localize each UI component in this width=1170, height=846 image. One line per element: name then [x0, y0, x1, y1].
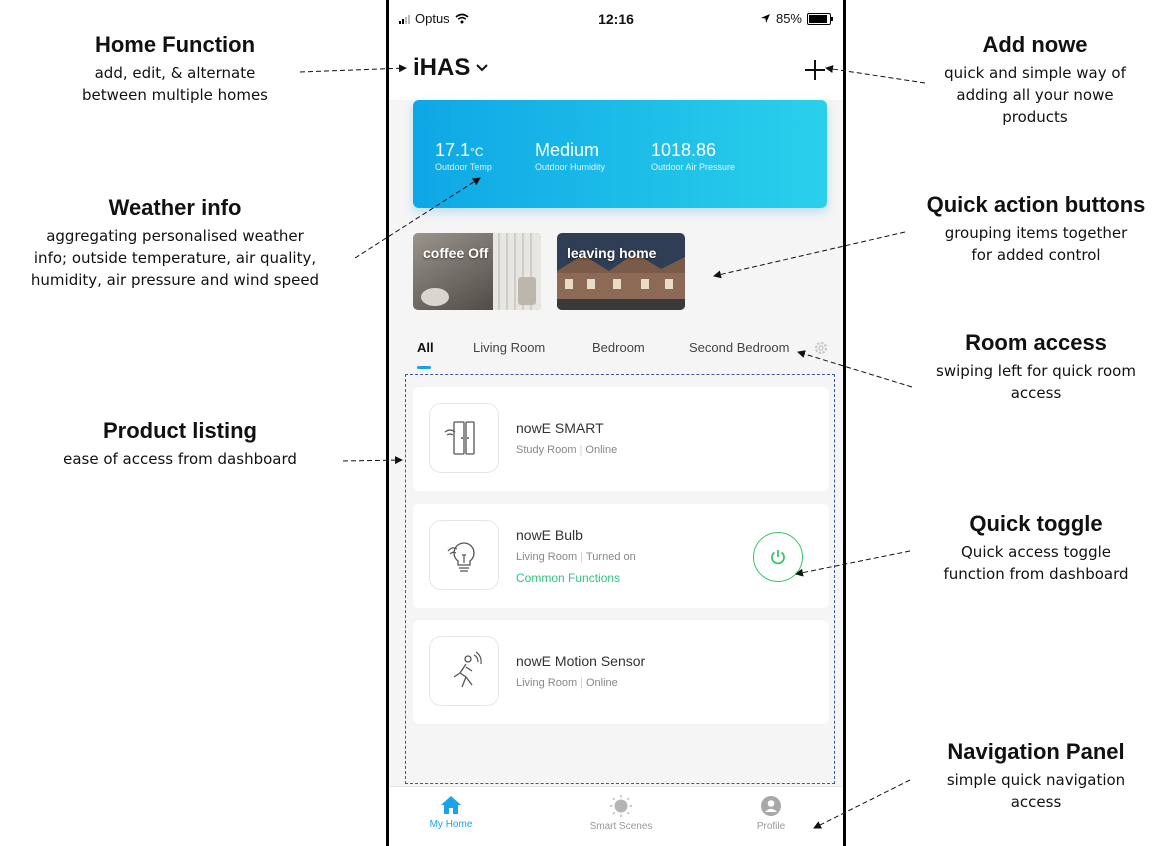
annotation-weather-info: Weather info aggregating personalised we…	[30, 195, 320, 289]
tab-bedroom[interactable]: Bedroom	[592, 340, 645, 355]
battery-percent: 85%	[775, 11, 802, 26]
annotation-room-access: Room access swiping left for quick room …	[936, 330, 1136, 402]
navigation-panel: My Home Smart Scenes Profile	[389, 786, 843, 846]
home-switcher[interactable]: iHAS	[413, 54, 489, 82]
sun-icon	[610, 795, 632, 817]
chevron-down-icon	[476, 64, 489, 72]
nav-profile[interactable]: Profile	[711, 795, 831, 832]
annotation-product-listing: Product listing ease of access from dash…	[63, 418, 297, 468]
location-arrow-icon	[760, 14, 770, 23]
active-tab-indicator	[417, 366, 431, 369]
annotation-quick-action-buttons: Quick action buttons grouping items toge…	[926, 192, 1146, 264]
home-name: iHAS	[413, 54, 471, 81]
annotation-navigation-panel: Navigation Panel simple quick navigation…	[946, 739, 1126, 811]
outdoor-air-pressure: 1018.86 Outdoor Air Pressure	[651, 140, 736, 172]
home-icon	[441, 796, 461, 814]
annotation-add-nowe: Add nowe quick and simple way of adding …	[944, 32, 1126, 126]
tab-second-bedroom[interactable]: Second Bedroom	[689, 340, 797, 355]
outdoor-humidity: Medium Outdoor Humidity	[535, 140, 606, 172]
gear-icon[interactable]	[813, 340, 829, 356]
phone-screen: Optus 12:16 85% iHAS 17.1°C Outdoor Temp…	[386, 0, 846, 846]
outdoor-temp: 17.1°C Outdoor Temp	[435, 140, 492, 172]
top-bar: iHAS	[389, 36, 843, 100]
scene-coffee-off[interactable]: coffee Off	[413, 233, 541, 310]
status-bar: Optus 12:16 85%	[389, 0, 843, 36]
annotation-home-function: Home Function add, edit, & alternate bet…	[82, 32, 268, 104]
scene-leaving-home[interactable]: leaving home	[557, 233, 685, 310]
weather-card[interactable]: 17.1°C Outdoor Temp Medium Outdoor Humid…	[413, 100, 827, 208]
room-tabs: All Living Room Bedroom Second Bedroom	[389, 330, 843, 372]
product-listing-highlight	[405, 374, 835, 784]
add-device-button[interactable]	[801, 56, 829, 84]
profile-icon	[761, 796, 781, 816]
battery-icon	[807, 12, 833, 25]
nav-my-home[interactable]: My Home	[391, 795, 511, 830]
nav-smart-scenes[interactable]: Smart Scenes	[561, 795, 681, 832]
tab-living-room[interactable]: Living Room	[473, 340, 545, 355]
tab-all[interactable]: All	[417, 340, 434, 355]
annotation-quick-toggle: Quick toggle Quick access toggle functio…	[943, 511, 1129, 583]
